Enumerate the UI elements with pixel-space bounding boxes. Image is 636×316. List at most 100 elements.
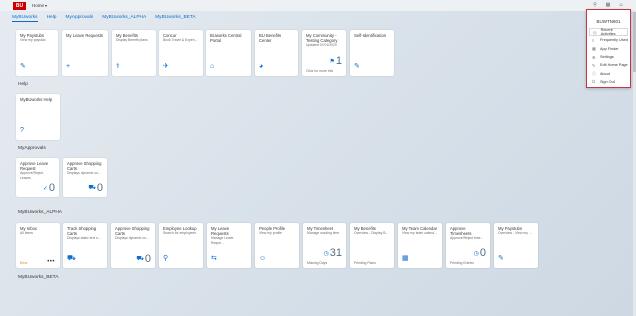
tile-kpi: ✓ 0 — [43, 182, 55, 194]
tile-kpi: ⛟ 0 — [136, 253, 151, 265]
tile-footer: Click for more info — [306, 69, 334, 73]
tile-subtitle: Book Travel & Expen... — [163, 38, 198, 42]
add-icon: + — [66, 63, 71, 70]
tile-kpi-value: 0 — [144, 253, 151, 265]
anchor-navigation-bar: MyBUworks Help MyApprovals MyBUworks_ALP… — [12, 13, 196, 22]
tile-my-leave-requests-alpha[interactable]: My Leave Requests Manage Leave Reque... … — [207, 223, 251, 268]
menu-item-sign-out[interactable]: ⏻ Sign Out — [587, 78, 630, 86]
tab-mybuworks-beta[interactable]: MyBUworks_BETA — [155, 13, 195, 22]
help-icon: ? — [20, 127, 24, 134]
cart-icon: ⛟ — [136, 256, 144, 262]
bu-logo[interactable]: BU — [13, 1, 26, 10]
tile-title: My Leave Requests — [211, 226, 230, 236]
tab-myapprovals[interactable]: MyApprovals — [65, 13, 93, 22]
tile-bu-benefits-center[interactable]: BU Benefits Center ◕ — [255, 30, 298, 76]
tile-subtitle: Display Benefit plans — [116, 38, 148, 42]
tile-subtitle: Approve/Reject time... — [450, 236, 484, 240]
travel-icon: ✈ — [163, 63, 169, 70]
menu-item-frequently-used[interactable]: ≡ Frequently Used — [587, 36, 630, 44]
tile-title: Approve Shopping Carts — [115, 226, 150, 236]
cart-icon: ⛟ — [88, 185, 96, 191]
info-icon: ⓘ — [592, 70, 596, 76]
menu-item-about[interactable]: ⓘ About — [587, 69, 630, 77]
tile-track-shopping-carts[interactable]: Track Shopping Carts Displays static tex… — [63, 223, 107, 268]
tile-title: My Leave Requests — [66, 33, 104, 38]
tile-mybuworks-help[interactable]: MyBUworks Help ? — [16, 94, 60, 140]
home-title-label: Home — [32, 3, 45, 8]
section-title-mybuworks-alpha: MyBUworks_ALPHA — [18, 210, 62, 215]
tile-title: Approve Leave Request — [20, 161, 49, 171]
tile-subtitle: View my profile — [259, 231, 282, 235]
chevron-down-icon: ▾ — [45, 3, 48, 8]
section-title-mybuworks-beta: MyBUworks_BETA — [18, 275, 59, 280]
menu-item-settings[interactable]: ⚙ Settings — [587, 53, 630, 61]
tile-title: Self-Identification — [354, 33, 387, 38]
tile-title: BUworks Central Portal — [210, 33, 242, 43]
tile-my-inbox[interactable]: My Inbox All Items Error ••• — [16, 223, 60, 268]
paystub-icon: ✎ — [498, 255, 504, 262]
portal-icon: ⌂ — [210, 63, 215, 70]
home-title-menu[interactable]: Home▾ — [32, 3, 47, 8]
tile-subtitle: All Items — [20, 231, 33, 235]
tile-employee-lookup[interactable]: Employee Lookup Search for employees ⚲ — [159, 223, 203, 268]
flag-icon: ⚑ — [329, 58, 335, 65]
tile-self-identification[interactable]: Self-Identification ✎ — [350, 30, 394, 76]
clock-icon: ◷ — [473, 250, 479, 257]
pie-chart-icon: ◕ — [259, 63, 264, 70]
copilot-icon[interactable]: ▦ — [605, 2, 611, 8]
gear-icon: ⚙ — [592, 54, 596, 60]
menu-item-edit-home-page[interactable]: ✎ Edit Home Page — [587, 61, 630, 69]
tile-title: My Community - Testing Category — [306, 33, 338, 43]
menu-item-label: About — [600, 71, 610, 76]
approve-icon: ✓ — [42, 185, 48, 192]
tile-people-profile[interactable]: People Profile View my profile ☺ — [255, 223, 299, 268]
tile-title: MyBUworks Help — [20, 97, 53, 102]
tile-kpi-value: 31 — [329, 247, 342, 259]
tile-concur[interactable]: Concur Book Travel & Expen... ✈ — [159, 30, 203, 76]
power-icon: ⏻ — [592, 79, 596, 85]
tile-subtitle: Manage Leave Reque... — [211, 236, 234, 245]
shell-bar: BU Home▾ ⚲ ▦ ☺ — [0, 0, 636, 11]
tile-approve-timesheets[interactable]: Approve Timesheets Approve/Reject time..… — [446, 223, 490, 268]
person-icon: ☺ — [259, 255, 267, 262]
me-area-icon[interactable]: ☺ — [618, 2, 624, 8]
tile-title: BU Benefits Center — [259, 33, 282, 43]
tile-kpi-value: 0 — [479, 247, 486, 259]
menu-item-recent-activities[interactable]: ◷ Recent Activities — [589, 28, 628, 37]
tile-subtitle: Search for employees — [163, 231, 196, 235]
tile-subtitle: Manage working time — [307, 231, 340, 235]
tile-subtitle: Displays dynamic co... — [115, 236, 149, 240]
user-name: BUWTN801 — [596, 19, 621, 24]
calendar-icon: ▦ — [402, 255, 409, 262]
tile-footer: Pending Plans — [354, 261, 376, 265]
tile-my-leave-requests[interactable]: My Leave Requests + — [62, 30, 108, 76]
tile-approve-shopping-carts[interactable]: Approve Shopping Carts Displays dynamic … — [63, 158, 107, 197]
search-icon[interactable]: ⚲ — [592, 2, 598, 8]
tab-mybuworks-alpha[interactable]: MyBUworks_ALPHA — [102, 13, 146, 22]
tile-kpi-value: 0 — [96, 182, 103, 194]
paystub-icon: ✎ — [20, 63, 26, 70]
tile-my-community[interactable]: My Community - Testing Category Updated … — [302, 30, 346, 76]
tile-subtitle: Displays dynamic co... — [67, 171, 101, 175]
tab-help[interactable]: Help — [47, 13, 57, 22]
tile-my-timesheet[interactable]: My Timesheet Manage working time ◷ 31 Mis… — [303, 223, 346, 268]
history-icon: ◷ — [593, 29, 597, 35]
tile-my-paystubs-alpha[interactable]: My Paystubs Overview - View my ... ✎ — [494, 223, 538, 268]
tile-my-team-calendar[interactable]: My Team Calendar View my team calend... … — [398, 223, 442, 268]
menu-item-label: Settings — [600, 55, 614, 60]
search-icon: ⚲ — [163, 255, 169, 262]
me-area-menu: ◷ Recent Activities ≡ Frequently Used ▦ … — [587, 28, 630, 86]
tile-my-benefits[interactable]: My Benefits Display Benefit plans ⚕ — [112, 30, 156, 76]
tile-subtitle: View my paystub — [20, 38, 46, 42]
tab-mybuworks[interactable]: MyBUworks — [12, 13, 38, 22]
clock-icon: ◷ — [323, 250, 329, 257]
tile-approve-shopping-carts-alpha[interactable]: Approve Shopping Carts Displays dynamic … — [111, 223, 155, 268]
edit-icon: ✎ — [592, 62, 596, 68]
menu-item-app-finder[interactable]: ▦ App Finder — [587, 45, 630, 53]
cart-icon: ⛟ — [67, 255, 76, 262]
tile-subtitle: Approve/Reject Leaves — [20, 171, 44, 180]
tile-buworks-central-portal[interactable]: BUworks Central Portal ⌂ — [206, 30, 251, 76]
tile-my-benefits-alpha[interactable]: My Benefits Overview - Display B... Pend… — [350, 223, 394, 268]
tile-approve-leave-request[interactable]: Approve Leave Request Approve/Reject Lea… — [16, 158, 59, 197]
tile-my-paystubs[interactable]: My Paystubs View my paystub ✎ — [16, 30, 58, 76]
